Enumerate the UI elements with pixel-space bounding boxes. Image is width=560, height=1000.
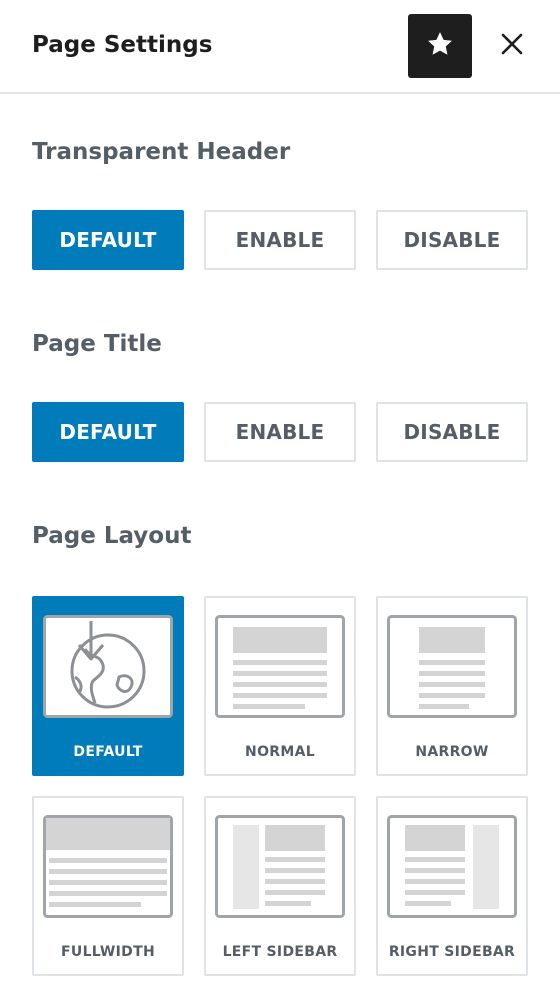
close-icon [501,33,523,59]
layout-option-default[interactable]: DEFAULT [32,596,184,776]
page-title-disable-button[interactable]: DISABLE [376,402,528,462]
transparent-header-default-button[interactable]: DEFAULT [32,210,184,270]
page-title-default-button[interactable]: DEFAULT [32,402,184,462]
panel-header: Page Settings [0,0,560,94]
globe-download-icon [43,615,173,718]
layout-fullwidth-icon [43,815,173,918]
transparent-header-enable-button[interactable]: ENABLE [204,210,356,270]
layout-left-sidebar-icon [215,815,345,918]
transparent-header-disable-button[interactable]: DISABLE [376,210,528,270]
page-title-section-title: Page Title [32,331,162,357]
page-layout-section-title: Page Layout [32,523,192,549]
panel-title: Page Settings [32,32,213,58]
layout-option-label: DEFAULT [73,744,143,760]
layout-option-label: NARROW [415,744,489,760]
layout-narrow-icon [387,615,517,718]
layout-right-sidebar-icon [387,815,517,918]
layout-option-normal[interactable]: NORMAL [204,596,356,776]
layout-option-right-sidebar[interactable]: RIGHT SIDEBAR [376,796,528,976]
layout-option-left-sidebar[interactable]: LEFT SIDEBAR [204,796,356,976]
layout-option-label: NORMAL [245,744,315,760]
favorite-button[interactable] [408,14,472,78]
close-button[interactable] [494,28,530,64]
layout-option-label: LEFT SIDEBAR [222,944,338,960]
layout-option-label: RIGHT SIDEBAR [388,944,516,960]
transparent-header-title: Transparent Header [32,139,291,165]
layout-option-fullwidth[interactable]: FULLWIDTH [32,796,184,976]
star-icon [425,29,455,63]
layout-normal-icon [215,615,345,718]
page-title-enable-button[interactable]: ENABLE [204,402,356,462]
layout-option-narrow[interactable]: NARROW [376,596,528,776]
layout-option-label: FULLWIDTH [61,944,155,960]
